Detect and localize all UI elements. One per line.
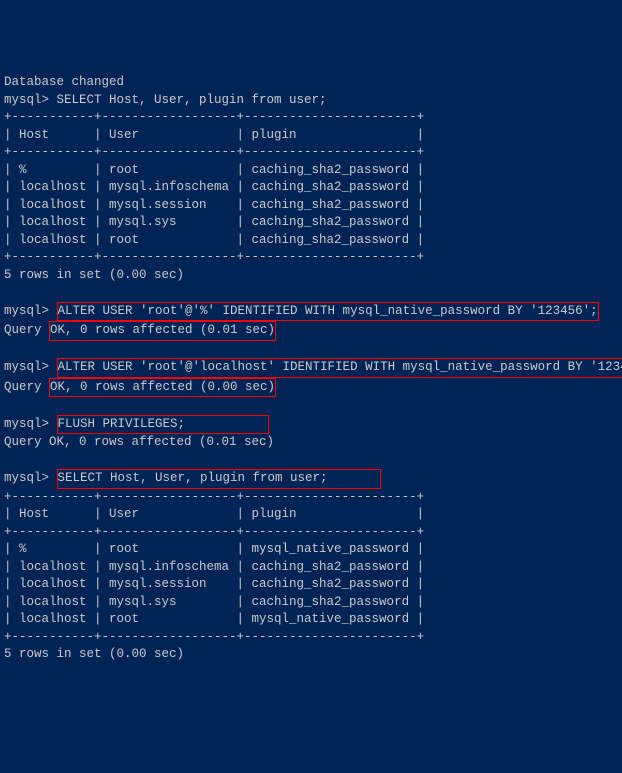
output-line: +-----------+------------------+--------… [4,524,618,542]
output-line: | localhost | mysql.sys | caching_sha2_p… [4,214,618,232]
output-line: mysql> FLUSH PRIVILEGES; [4,415,618,435]
output-line: mysql> SELECT Host, User, plugin from us… [4,469,618,489]
highlighted-command: FLUSH PRIVILEGES; [57,415,269,435]
output-line: mysql> SELECT Host, User, plugin from us… [4,92,618,110]
output-line: | localhost | root | caching_sha2_passwo… [4,232,618,250]
output-line: mysql> ALTER USER 'root'@'%' IDENTIFIED … [4,302,618,322]
output-line: +-----------+------------------+--------… [4,109,618,127]
output-line: | Host | User | plugin | [4,506,618,524]
output-line: | localhost | mysql.session | caching_sh… [4,576,618,594]
output-line: | localhost | mysql.infoschema | caching… [4,559,618,577]
output-line: +-----------+------------------+--------… [4,249,618,267]
output-line: | localhost | root | mysql_native_passwo… [4,611,618,629]
highlighted-command: SELECT Host, User, plugin from user; [57,469,382,489]
output-line: Query OK, 0 rows affected (0.00 sec) [4,378,618,398]
blank-line [4,664,618,682]
output-line: 5 rows in set (0.00 sec) [4,267,618,285]
blank-line [4,397,618,415]
output-line: | % | root | caching_sha2_password | [4,162,618,180]
output-line: +-----------+------------------+--------… [4,629,618,647]
output-line: | localhost | mysql.infoschema | caching… [4,179,618,197]
output-line: Query OK, 0 rows affected (0.01 sec) [4,434,618,452]
highlighted-result: OK, 0 rows affected (0.00 sec) [49,378,276,398]
output-line: mysql> ALTER USER 'root'@'localhost' IDE… [4,358,618,378]
output-line: | localhost | mysql.sys | caching_sha2_p… [4,594,618,612]
output-line: +-----------+------------------+--------… [4,144,618,162]
highlighted-command: ALTER USER 'root'@'localhost' IDENTIFIED… [57,358,622,378]
blank-line [4,341,618,359]
highlighted-command: ALTER USER 'root'@'%' IDENTIFIED WITH my… [57,302,599,322]
blank-line [4,452,618,470]
highlighted-result: OK, 0 rows affected (0.01 sec) [49,321,276,341]
output-line: | Host | User | plugin | [4,127,618,145]
output-line: Query OK, 0 rows affected (0.01 sec) [4,321,618,341]
output-line: +-----------+------------------+--------… [4,489,618,507]
output-line: | % | root | mysql_native_password | [4,541,618,559]
output-line: Database changed [4,74,618,92]
output-line: 5 rows in set (0.00 sec) [4,646,618,664]
output-line: | localhost | mysql.session | caching_sh… [4,197,618,215]
blank-line [4,284,618,302]
